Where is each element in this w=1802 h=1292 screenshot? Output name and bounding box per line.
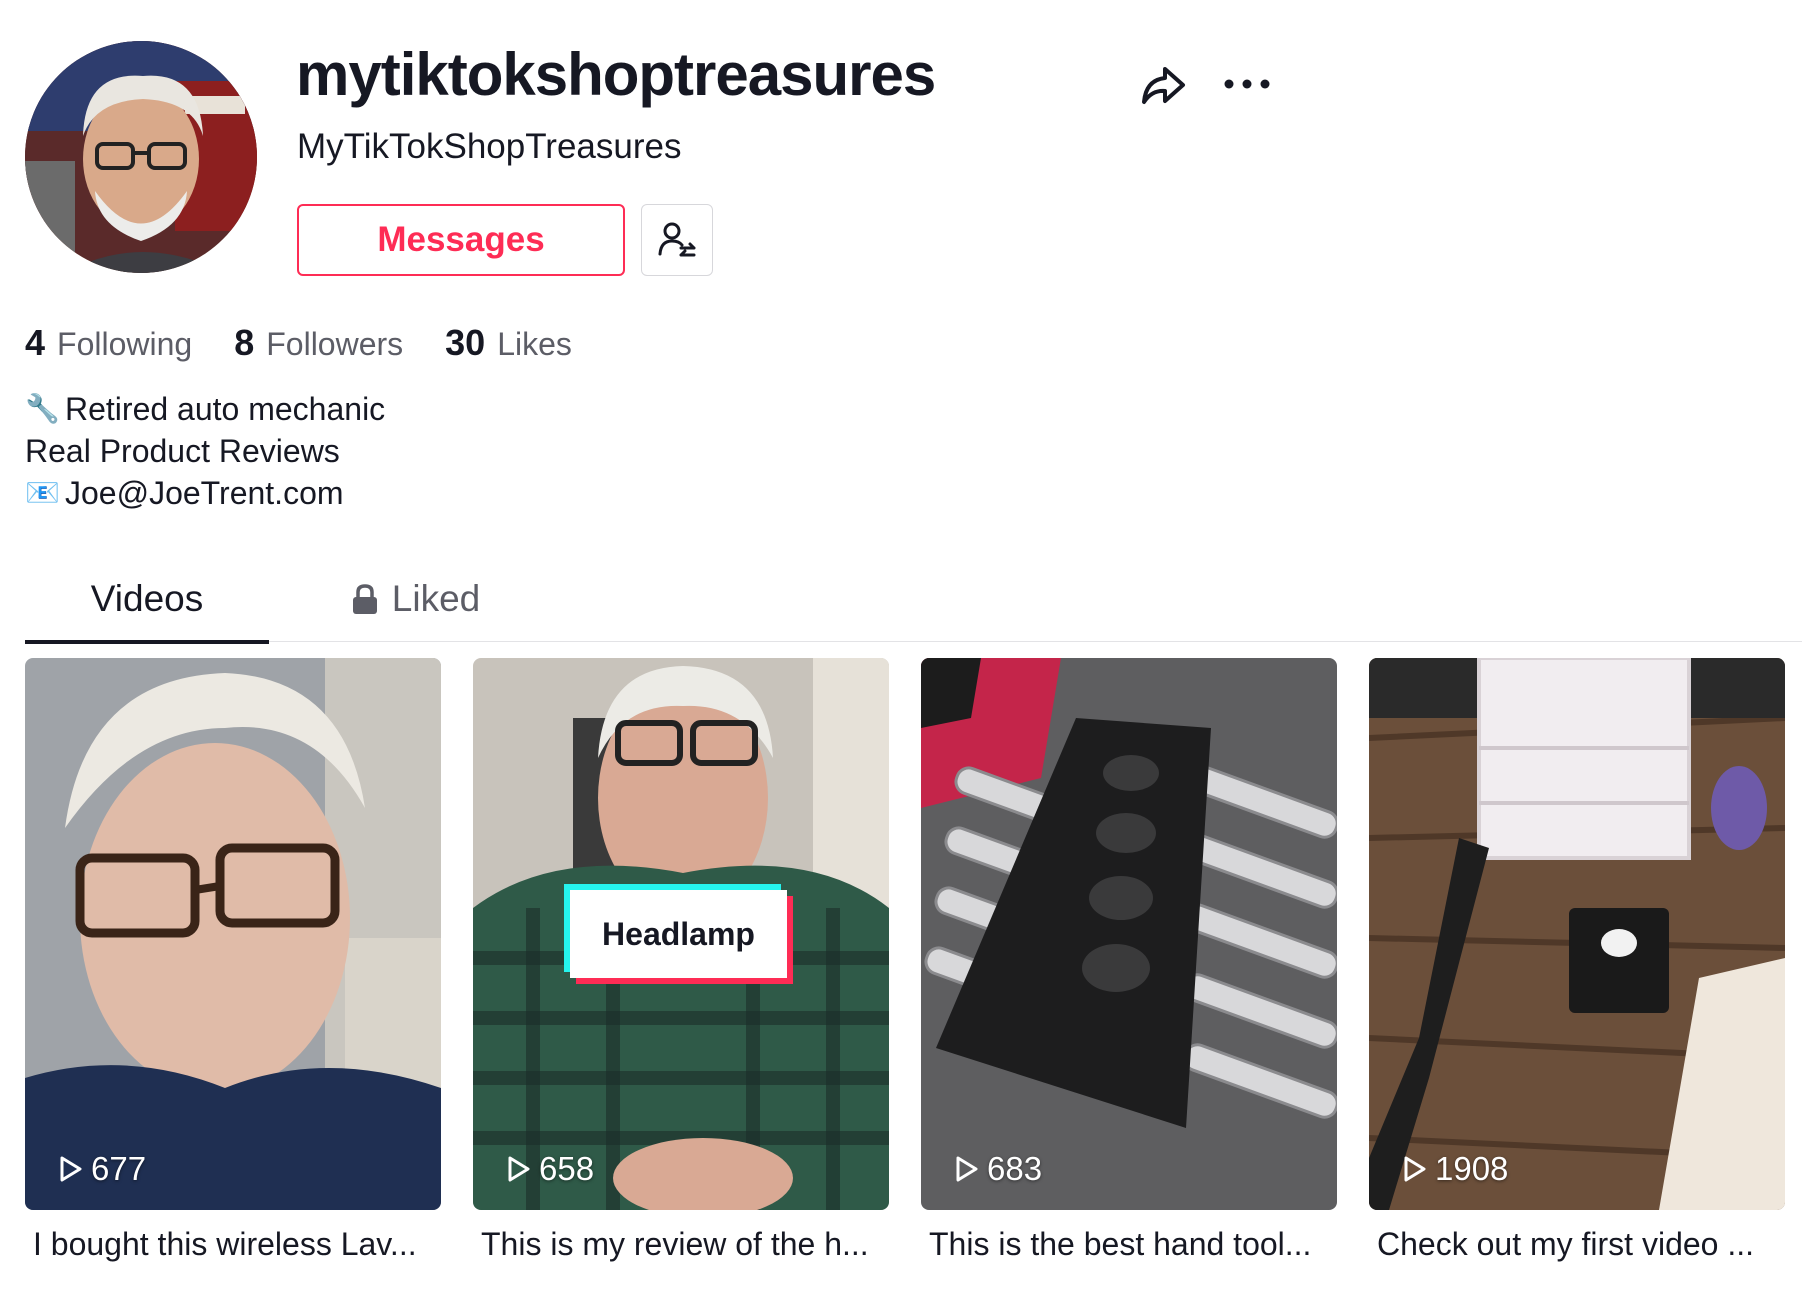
stat-likes: 30 Likes — [445, 322, 572, 364]
messages-button[interactable]: Messages — [297, 204, 625, 276]
video-caption[interactable]: This is my review of the h... — [473, 1226, 889, 1263]
play-icon — [508, 1156, 530, 1182]
more-icon[interactable] — [1222, 62, 1272, 102]
view-count: 658 — [503, 1150, 594, 1188]
likes-count: 30 — [445, 322, 486, 363]
view-count: 1908 — [1399, 1150, 1508, 1188]
profile-tabs: Videos Liked — [25, 555, 1802, 644]
following-count: 4 — [25, 322, 46, 363]
stat-followers[interactable]: 8 Followers — [234, 322, 403, 364]
bio-line: 📧 Joe@JoeTrent.com — [25, 472, 385, 514]
following-label: Following — [57, 326, 193, 362]
video-thumbnail[interactable]: 1908 — [1369, 658, 1785, 1210]
profile-bio: 🔧 Retired auto mechanic Real Product Rev… — [25, 388, 385, 514]
wrench-icon: 🔧 — [25, 392, 60, 425]
video-card[interactable]: 1908 Check out my first video ... — [1369, 658, 1785, 1263]
video-caption[interactable]: This is the best hand tool... — [921, 1226, 1337, 1263]
play-icon — [956, 1156, 978, 1182]
tab-liked-label: Liked — [391, 577, 481, 619]
bio-text: Retired auto mechanic — [65, 391, 386, 427]
lock-icon — [352, 583, 377, 614]
likes-label: Likes — [497, 326, 572, 362]
avatar-image — [25, 41, 257, 273]
share-icon[interactable] — [1138, 60, 1188, 110]
view-count-value: 677 — [91, 1150, 147, 1187]
video-card[interactable]: Headlamp 658 This is my review of the h.… — [473, 658, 889, 1263]
tab-videos[interactable]: Videos — [25, 555, 269, 644]
profile-stats: 4 Following 8 Followers 30 Likes — [25, 322, 572, 364]
view-count-value: 683 — [987, 1150, 1043, 1187]
profile-nickname: MyTikTokShopTreasures — [297, 127, 682, 166]
view-count-value: 658 — [539, 1150, 595, 1187]
video-card[interactable]: 677 I bought this wireless Lav... — [25, 658, 441, 1263]
video-caption[interactable]: Check out my first video ... — [1369, 1226, 1785, 1263]
follow-switch-button[interactable] — [641, 204, 713, 276]
followers-label: Followers — [266, 326, 404, 362]
play-icon — [1404, 1156, 1426, 1182]
email-icon: 📧 — [25, 476, 60, 509]
followers-count: 8 — [234, 322, 255, 363]
tab-videos-label: Videos — [90, 577, 204, 619]
bio-line: Real Product Reviews — [25, 430, 385, 472]
video-overlay-label: Headlamp — [564, 884, 793, 984]
video-caption[interactable]: I bought this wireless Lav... — [25, 1226, 441, 1263]
video-thumbnail[interactable]: 677 — [25, 658, 441, 1210]
user-switch-icon — [658, 222, 696, 257]
tab-liked[interactable]: Liked — [330, 555, 500, 642]
stat-following[interactable]: 4 Following — [25, 322, 192, 364]
view-count: 677 — [55, 1150, 146, 1188]
video-thumbnail[interactable]: Headlamp 658 — [473, 658, 889, 1210]
video-card[interactable]: 683 This is the best hand tool... — [921, 658, 1337, 1263]
profile-username: mytiktokshoptreasures — [296, 41, 936, 108]
avatar[interactable] — [25, 41, 257, 273]
bio-line: 🔧 Retired auto mechanic — [25, 388, 385, 430]
bio-email: Joe@JoeTrent.com — [65, 475, 344, 511]
view-count: 683 — [951, 1150, 1042, 1188]
overlay-text: Headlamp — [570, 890, 787, 978]
view-count-value: 1908 — [1435, 1150, 1509, 1187]
play-icon — [60, 1156, 82, 1182]
bio-text: Real Product Reviews — [25, 433, 340, 469]
video-thumbnail[interactable]: 683 — [921, 658, 1337, 1210]
